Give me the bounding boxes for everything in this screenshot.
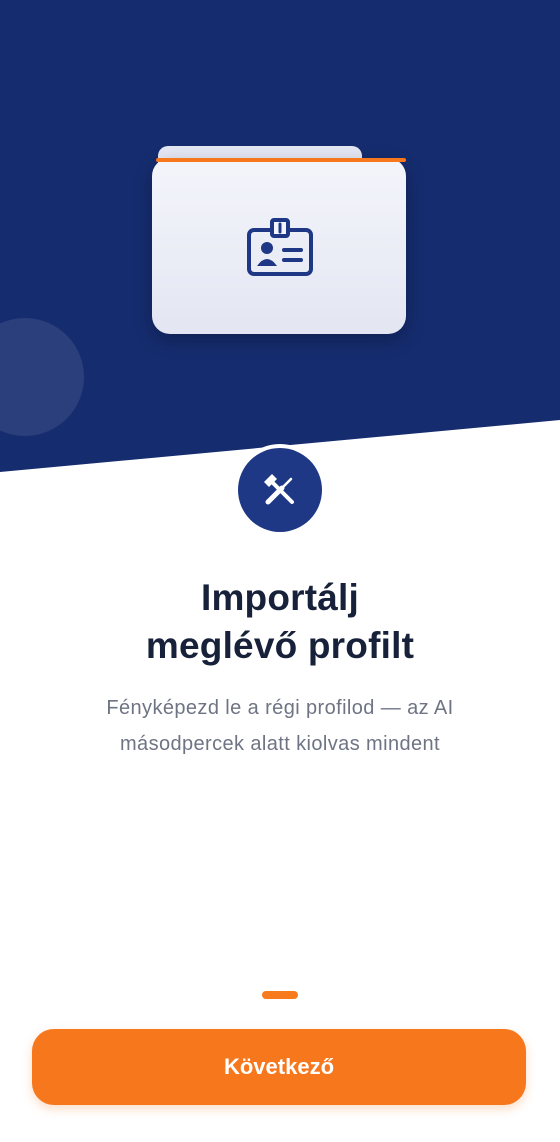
page-subtitle: Fényképezd le a régi profilod — az AI má… (40, 690, 520, 762)
tools-icon (264, 474, 294, 505)
folder-card (152, 158, 406, 334)
feature-icon-badge (238, 448, 322, 532)
folder-accent-stripe (156, 158, 406, 162)
folder-illustration (152, 146, 406, 334)
page-indicator-active (262, 991, 298, 999)
title-line-1: Importálj (200, 577, 360, 618)
decorative-circle (0, 318, 84, 436)
id-badge-icon (247, 218, 313, 276)
subtitle-line-1: Fényképezd le a régi profilod — az AI (106, 697, 454, 719)
page-title: Importálj meglévő profilt (0, 574, 560, 670)
title-line-2: meglévő profilt (145, 625, 415, 666)
next-button[interactable]: Következő (32, 1029, 526, 1105)
subtitle-line-2: másodpercek alatt kiolvas mindent (119, 733, 441, 755)
hero-banner (0, 0, 560, 472)
